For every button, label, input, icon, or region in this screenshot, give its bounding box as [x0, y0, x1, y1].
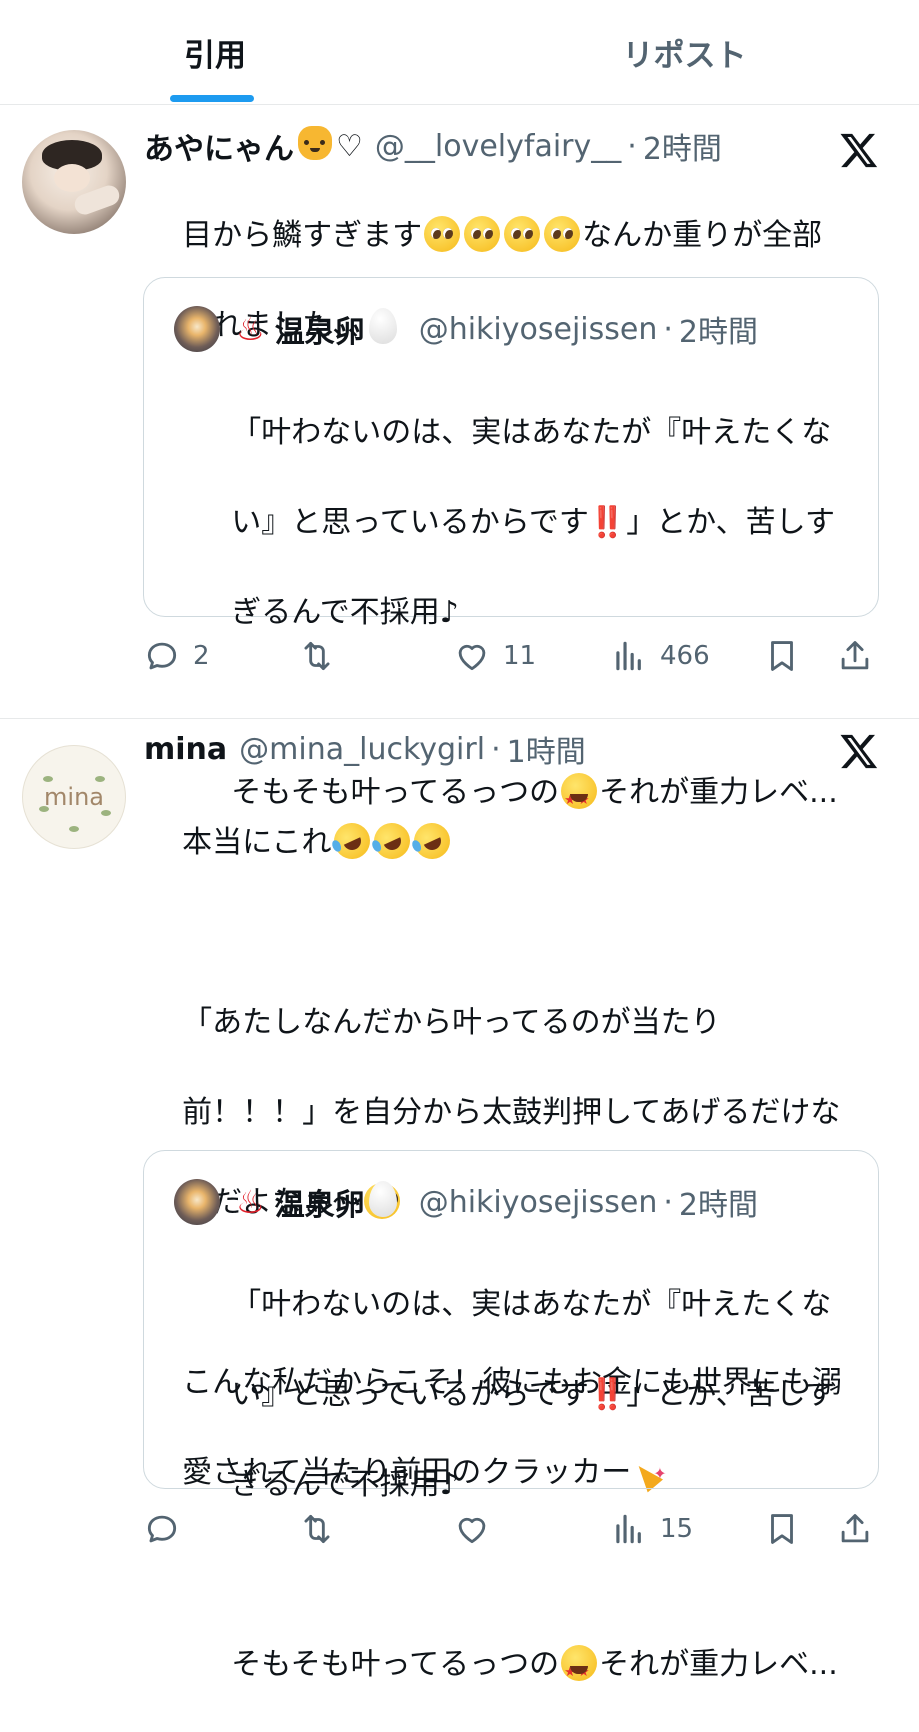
repost-icon: [304, 641, 330, 671]
quoted-tweet-header: ♨ 温泉卵 @hikiyosejissen · 2時間: [174, 303, 758, 355]
like-count: 11: [503, 641, 537, 671]
repost-button[interactable]: [298, 632, 348, 680]
avatar: [174, 306, 220, 352]
display-name: 温泉卵: [274, 315, 365, 350]
avatar[interactable]: [22, 130, 126, 234]
share-icon: [841, 1514, 869, 1543]
quoted-tweet[interactable]: ♨ 温泉卵 @hikiyosejissen · 2時間 「叶わないのは、実はあな…: [143, 1150, 879, 1695]
name-suffix: ♡: [336, 128, 363, 164]
display-name: 温泉卵: [274, 1188, 365, 1223]
avatar-text: mina: [44, 783, 104, 811]
tweet[interactable]: あやにゃん ♡ @__lovelyfairy__ · 2時間 目から鱗すぎますな…: [0, 104, 919, 823]
x-logo-icon[interactable]: [839, 731, 879, 771]
timestamp[interactable]: 1時間: [507, 727, 586, 771]
quoted-tweet-text: 「叶わないのは、実はあなたが『叶えたくな い』と思っているからです‼️」とか、苦…: [174, 1237, 854, 1732]
reply-button[interactable]: [143, 1505, 193, 1553]
views-icon: [616, 1514, 641, 1544]
like-button[interactable]: [453, 1505, 503, 1553]
action-bar: 15: [143, 1505, 883, 1553]
handle[interactable]: @mina_luckygirl: [239, 732, 485, 767]
avatar[interactable]: mina: [22, 745, 126, 849]
display-name[interactable]: mina: [144, 732, 227, 767]
reply-count: 2: [193, 641, 210, 671]
views-icon: [616, 641, 641, 671]
share-icon: [841, 641, 869, 670]
repost-icon: [304, 1514, 330, 1544]
double-exclamation-icon: ‼️: [588, 505, 627, 540]
views-button[interactable]: 466: [610, 632, 710, 680]
views-button[interactable]: 15: [610, 1505, 693, 1553]
x-logo-icon[interactable]: [839, 130, 879, 170]
display-name[interactable]: あやにゃん: [144, 124, 294, 168]
view-count: 15: [660, 1514, 694, 1544]
bookmark-icon: [771, 1514, 793, 1544]
bookmark-button[interactable]: [763, 632, 801, 680]
star-struck-icon: [561, 1644, 598, 1695]
reply-icon: [147, 1515, 177, 1543]
double-exclamation-icon: ‼️: [588, 1377, 627, 1412]
like-icon: [458, 1517, 486, 1544]
tweet-header: あやにゃん ♡ @__lovelyfairy__ · 2時間: [144, 124, 722, 168]
tab-reposts[interactable]: リポスト: [450, 0, 919, 104]
rofl-icon: [407, 816, 456, 865]
timestamp: 2時間: [678, 1188, 758, 1223]
like-icon: [458, 644, 486, 671]
reply-icon: [147, 642, 177, 670]
egg-icon: [368, 308, 397, 344]
egg-icon: [368, 1181, 397, 1217]
share-button[interactable]: [836, 632, 874, 680]
avatar: [174, 1179, 220, 1225]
repost-button[interactable]: [298, 1505, 348, 1553]
tab-bar: 引用 リポスト: [0, 0, 919, 105]
tab-quotes[interactable]: 引用: [0, 0, 430, 104]
pleading-face-icon: [504, 215, 541, 252]
hot-springs-icon: ♨: [236, 310, 265, 348]
active-tab-indicator: [170, 95, 254, 102]
pleading-face-icon: [424, 215, 461, 252]
view-count: 466: [660, 641, 710, 671]
handle: @hikiyosejissen: [418, 1184, 658, 1220]
handle: @hikiyosejissen: [418, 311, 658, 347]
bookmark-icon: [771, 641, 793, 671]
rofl-icon: [327, 816, 376, 865]
action-bar: 2 11 466: [143, 632, 883, 680]
hot-springs-icon: ♨: [236, 1183, 265, 1221]
share-button[interactable]: [836, 1505, 874, 1553]
tweet-header: mina @mina_luckygirl · 1時間: [144, 727, 586, 771]
timestamp[interactable]: 2時間: [643, 124, 722, 168]
rofl-icon: [367, 816, 416, 865]
pleading-face-icon: [464, 215, 501, 252]
reply-button[interactable]: 2: [143, 632, 210, 680]
cat-emoji-icon: [298, 126, 332, 160]
handle[interactable]: @__lovelyfairy__: [375, 129, 621, 164]
quoted-tweet-header: ♨ 温泉卵 @hikiyosejissen · 2時間: [174, 1176, 758, 1228]
timestamp: 2時間: [678, 315, 758, 350]
quoted-tweet[interactable]: ♨ 温泉卵 @hikiyosejissen · 2時間 「叶わないのは、実はあな…: [143, 277, 879, 823]
like-button[interactable]: 11: [453, 632, 536, 680]
pleading-face-icon: [544, 215, 581, 252]
tweet[interactable]: mina mina @mina_luckygirl · 1時間 本当にこれ 「あ…: [0, 719, 919, 1695]
bookmark-button[interactable]: [763, 1505, 801, 1553]
